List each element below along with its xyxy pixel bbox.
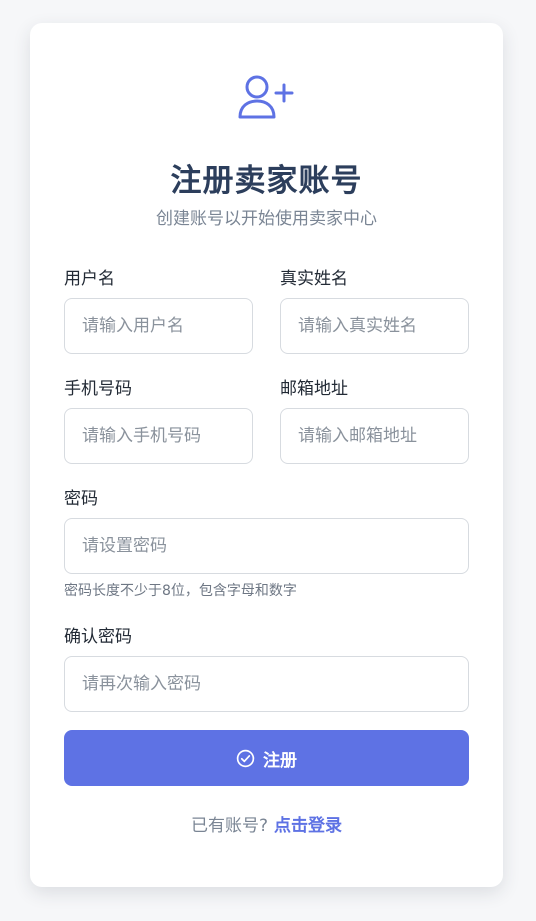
user-plus-icon	[238, 75, 294, 119]
username-label: 用户名	[64, 269, 115, 289]
login-prompt: 已有账号? 点击登录	[30, 811, 503, 836]
password-hint: 密码长度不少于8位，包含字母和数字	[64, 583, 297, 599]
page-subtitle: 创建账号以开始使用卖家中心	[156, 209, 377, 229]
register-button-label: 注册	[263, 750, 297, 771]
realname-input[interactable]	[280, 298, 469, 354]
email-label: 邮箱地址	[280, 379, 348, 399]
phone-label: 手机号码	[64, 379, 132, 399]
confirm-password-input[interactable]	[64, 656, 469, 712]
register-card: 注册卖家账号 创建账号以开始使用卖家中心 用户名 真实姓名 手机号码 邮箱地址 …	[30, 23, 503, 887]
phone-input[interactable]	[64, 408, 253, 464]
check-circle-icon	[236, 749, 255, 767]
register-button[interactable]: 注册	[64, 730, 469, 786]
confirm-password-label: 确认密码	[64, 627, 132, 647]
username-input[interactable]	[64, 298, 253, 354]
password-input[interactable]	[64, 518, 469, 574]
password-label: 密码	[64, 489, 98, 509]
page-title: 注册卖家账号	[170, 163, 363, 199]
login-link[interactable]: 点击登录	[274, 816, 342, 836]
realname-label: 真实姓名	[280, 269, 348, 289]
login-prompt-text: 已有账号?	[190, 816, 269, 836]
email-input[interactable]	[280, 408, 469, 464]
